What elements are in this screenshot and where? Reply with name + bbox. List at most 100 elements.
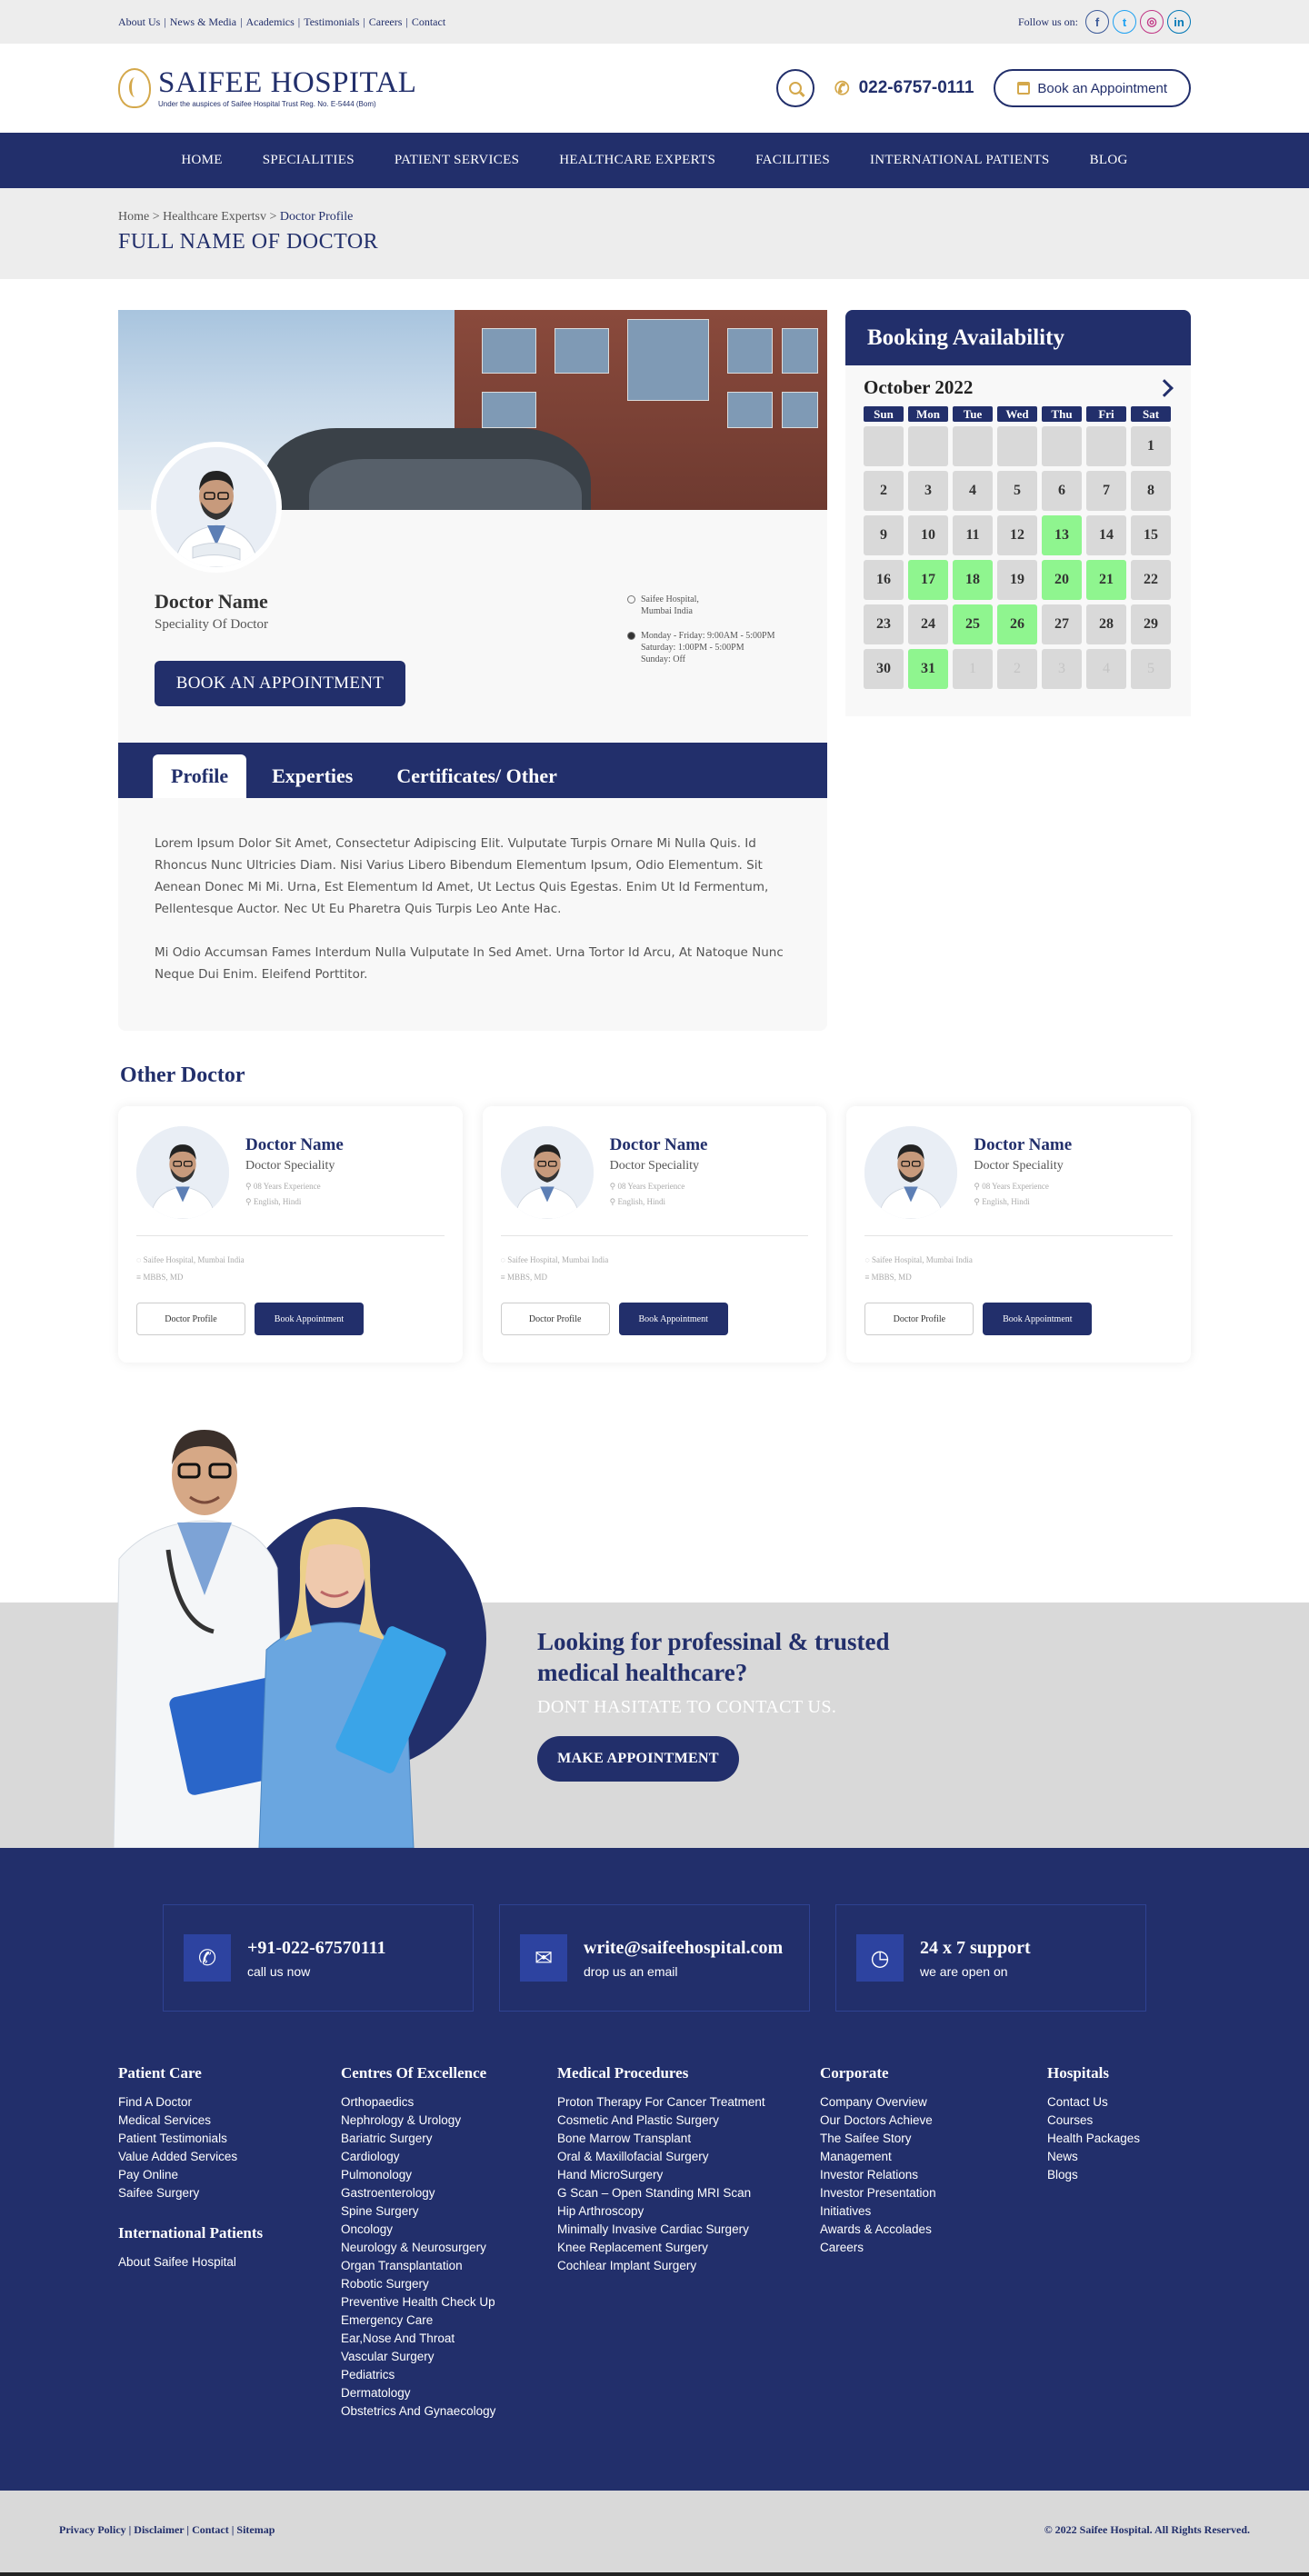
calendar-day[interactable]: 29 [1131,604,1171,644]
footer-link[interactable]: Organ Transplantation [341,2257,557,2275]
footer-link[interactable]: Saifee Surgery [118,2184,341,2202]
top-link-news-media[interactable]: News & Media [170,15,236,29]
doctor-profile-button[interactable]: Doctor Profile [500,1303,610,1335]
next-month-chevron-icon[interactable] [1155,378,1174,397]
calendar-day-available[interactable]: 21 [1086,560,1126,600]
footer-link[interactable]: About Saifee Hospital [118,2253,341,2271]
footer-link[interactable]: Medical Services [118,2112,341,2130]
doctor-profile-button[interactable]: Doctor Profile [136,1303,245,1335]
nav-item-patient-services[interactable]: PATIENT SERVICES [375,153,539,168]
calendar-day[interactable]: 30 [864,649,904,689]
calendar-day-available[interactable]: 18 [953,560,993,600]
calendar-day[interactable]: 4 [953,471,993,511]
footer-link[interactable]: Pediatrics [341,2366,557,2384]
calendar-day[interactable]: 23 [864,604,904,644]
instagram-icon[interactable]: ◎ [1140,10,1164,34]
header-phone[interactable]: ✆ 022-6757-0111 [834,77,974,100]
calendar-day[interactable]: 3 [908,471,948,511]
contact-box[interactable]: ✆ +91-022-67570111 call us now [163,1904,474,2012]
calendar-day-available[interactable]: 25 [953,604,993,644]
footer-link[interactable]: Oncology [341,2221,557,2239]
footer-link[interactable]: Management [820,2148,1047,2166]
book-appointment-button[interactable]: Book Appointment [618,1303,728,1335]
footer-link[interactable]: Bariatric Surgery [341,2130,557,2148]
footer-link[interactable]: Awards & Accolades [820,2221,1047,2239]
calendar-day[interactable]: 22 [1131,560,1171,600]
footer-link[interactable]: Find A Doctor [118,2093,341,2112]
footer-link[interactable]: Proton Therapy For Cancer Treatment [557,2093,820,2112]
calendar-day-available[interactable]: 20 [1042,560,1082,600]
footer-link[interactable]: Minimally Invasive Cardiac Surgery [557,2221,820,2239]
footer-link[interactable]: Contact Us [1047,2093,1191,2112]
nav-item-healthcare-experts[interactable]: HEALTHCARE EXPERTS [539,153,735,168]
footer-link[interactable]: Pay Online [118,2166,341,2184]
footer-link[interactable]: Pulmonology [341,2166,557,2184]
footer-link[interactable]: Obstetrics And Gynaecology [341,2402,557,2421]
top-link-testimonials[interactable]: Testimonials [304,15,359,29]
footer-link[interactable]: Cardiology [341,2148,557,2166]
search-button[interactable] [775,69,814,107]
footer-link[interactable]: Value Added Services [118,2148,341,2166]
footer-link[interactable]: Dermatology [341,2384,557,2402]
footer-link[interactable]: Vascular Surgery [341,2348,557,2366]
bottom-link-disclaimer[interactable]: Disclaimer [134,2523,184,2536]
calendar-day[interactable]: 24 [908,604,948,644]
calendar-day-available[interactable]: 13 [1042,515,1082,555]
calendar-day[interactable]: 19 [997,560,1037,600]
calendar-day[interactable]: 28 [1086,604,1126,644]
calendar-day[interactable]: 27 [1042,604,1082,644]
top-link-careers[interactable]: Careers [369,15,403,29]
footer-link[interactable]: Orthopaedics [341,2093,557,2112]
footer-link[interactable]: Robotic Surgery [341,2275,557,2293]
doctor-card-name[interactable]: Doctor Name [974,1135,1072,1155]
calendar-day-available[interactable]: 31 [908,649,948,689]
facebook-icon[interactable]: f [1085,10,1109,34]
calendar-day[interactable]: 10 [908,515,948,555]
footer-link[interactable]: Emergency Care [341,2311,557,2330]
footer-link[interactable]: Spine Surgery [341,2202,557,2221]
calendar-day[interactable]: 14 [1086,515,1126,555]
bottom-link-privacy-policy[interactable]: Privacy Policy [59,2523,126,2536]
calendar-day[interactable]: 12 [997,515,1037,555]
footer-link[interactable]: Company Overview [820,2093,1047,2112]
contact-box[interactable]: ◷ 24 x 7 support we are open on [835,1904,1146,2012]
top-link-about-us[interactable]: About Us [118,15,160,29]
footer-link[interactable]: Oral & Maxillofacial Surgery [557,2148,820,2166]
make-appointment-button[interactable]: MAKE APPOINTMENT [537,1736,739,1782]
calendar-day[interactable]: 5 [997,471,1037,511]
footer-link[interactable]: Cochlear Implant Surgery [557,2257,820,2275]
calendar-day[interactable]: 7 [1086,471,1126,511]
footer-link[interactable]: Investor Relations [820,2166,1047,2184]
book-appointment-button[interactable]: Book an Appointment [994,69,1191,107]
calendar-day[interactable]: 8 [1131,471,1171,511]
calendar-day[interactable]: 6 [1042,471,1082,511]
top-link-academics[interactable]: Academics [245,15,294,29]
tab-certificates-other[interactable]: Certificates/ Other [378,754,575,798]
breadcrumb-mid[interactable]: > Healthcare Expertsv > [153,210,277,224]
nav-item-specialities[interactable]: SPECIALITIES [243,153,375,168]
tab-experties[interactable]: Experties [254,754,371,798]
logo[interactable]: SAIFEE HOSPITAL Under the auspices of Sa… [118,68,416,108]
footer-link[interactable]: Bone Marrow Transplant [557,2130,820,2148]
footer-link[interactable]: News [1047,2148,1191,2166]
nav-item-home[interactable]: HOME [161,153,242,168]
footer-link[interactable]: Nephrology & Urology [341,2112,557,2130]
top-link-contact[interactable]: Contact [412,15,445,29]
doctor-card-name[interactable]: Doctor Name [245,1135,344,1155]
footer-link[interactable]: Preventive Health Check Up [341,2293,557,2311]
bottom-link-contact[interactable]: Contact [192,2523,229,2536]
footer-link[interactable]: The Saifee Story [820,2130,1047,2148]
footer-link[interactable]: Ear,Nose And Throat [341,2330,557,2348]
footer-link[interactable]: Blogs [1047,2166,1191,2184]
footer-link[interactable]: Knee Replacement Surgery [557,2239,820,2257]
book-appointment-button[interactable]: Book Appointment [983,1303,1093,1335]
footer-link[interactable]: Patient Testimonials [118,2130,341,2148]
bottom-link-sitemap[interactable]: Sitemap [236,2523,275,2536]
linkedin-icon[interactable]: in [1167,10,1191,34]
footer-link[interactable]: Our Doctors Achieve [820,2112,1047,2130]
footer-link[interactable]: Hip Arthroscopy [557,2202,820,2221]
breadcrumb-home[interactable]: Home [118,210,149,224]
calendar-day-available[interactable]: 17 [908,560,948,600]
footer-link[interactable]: Cosmetic And Plastic Surgery [557,2112,820,2130]
nav-item-blog[interactable]: BLOG [1070,153,1148,168]
